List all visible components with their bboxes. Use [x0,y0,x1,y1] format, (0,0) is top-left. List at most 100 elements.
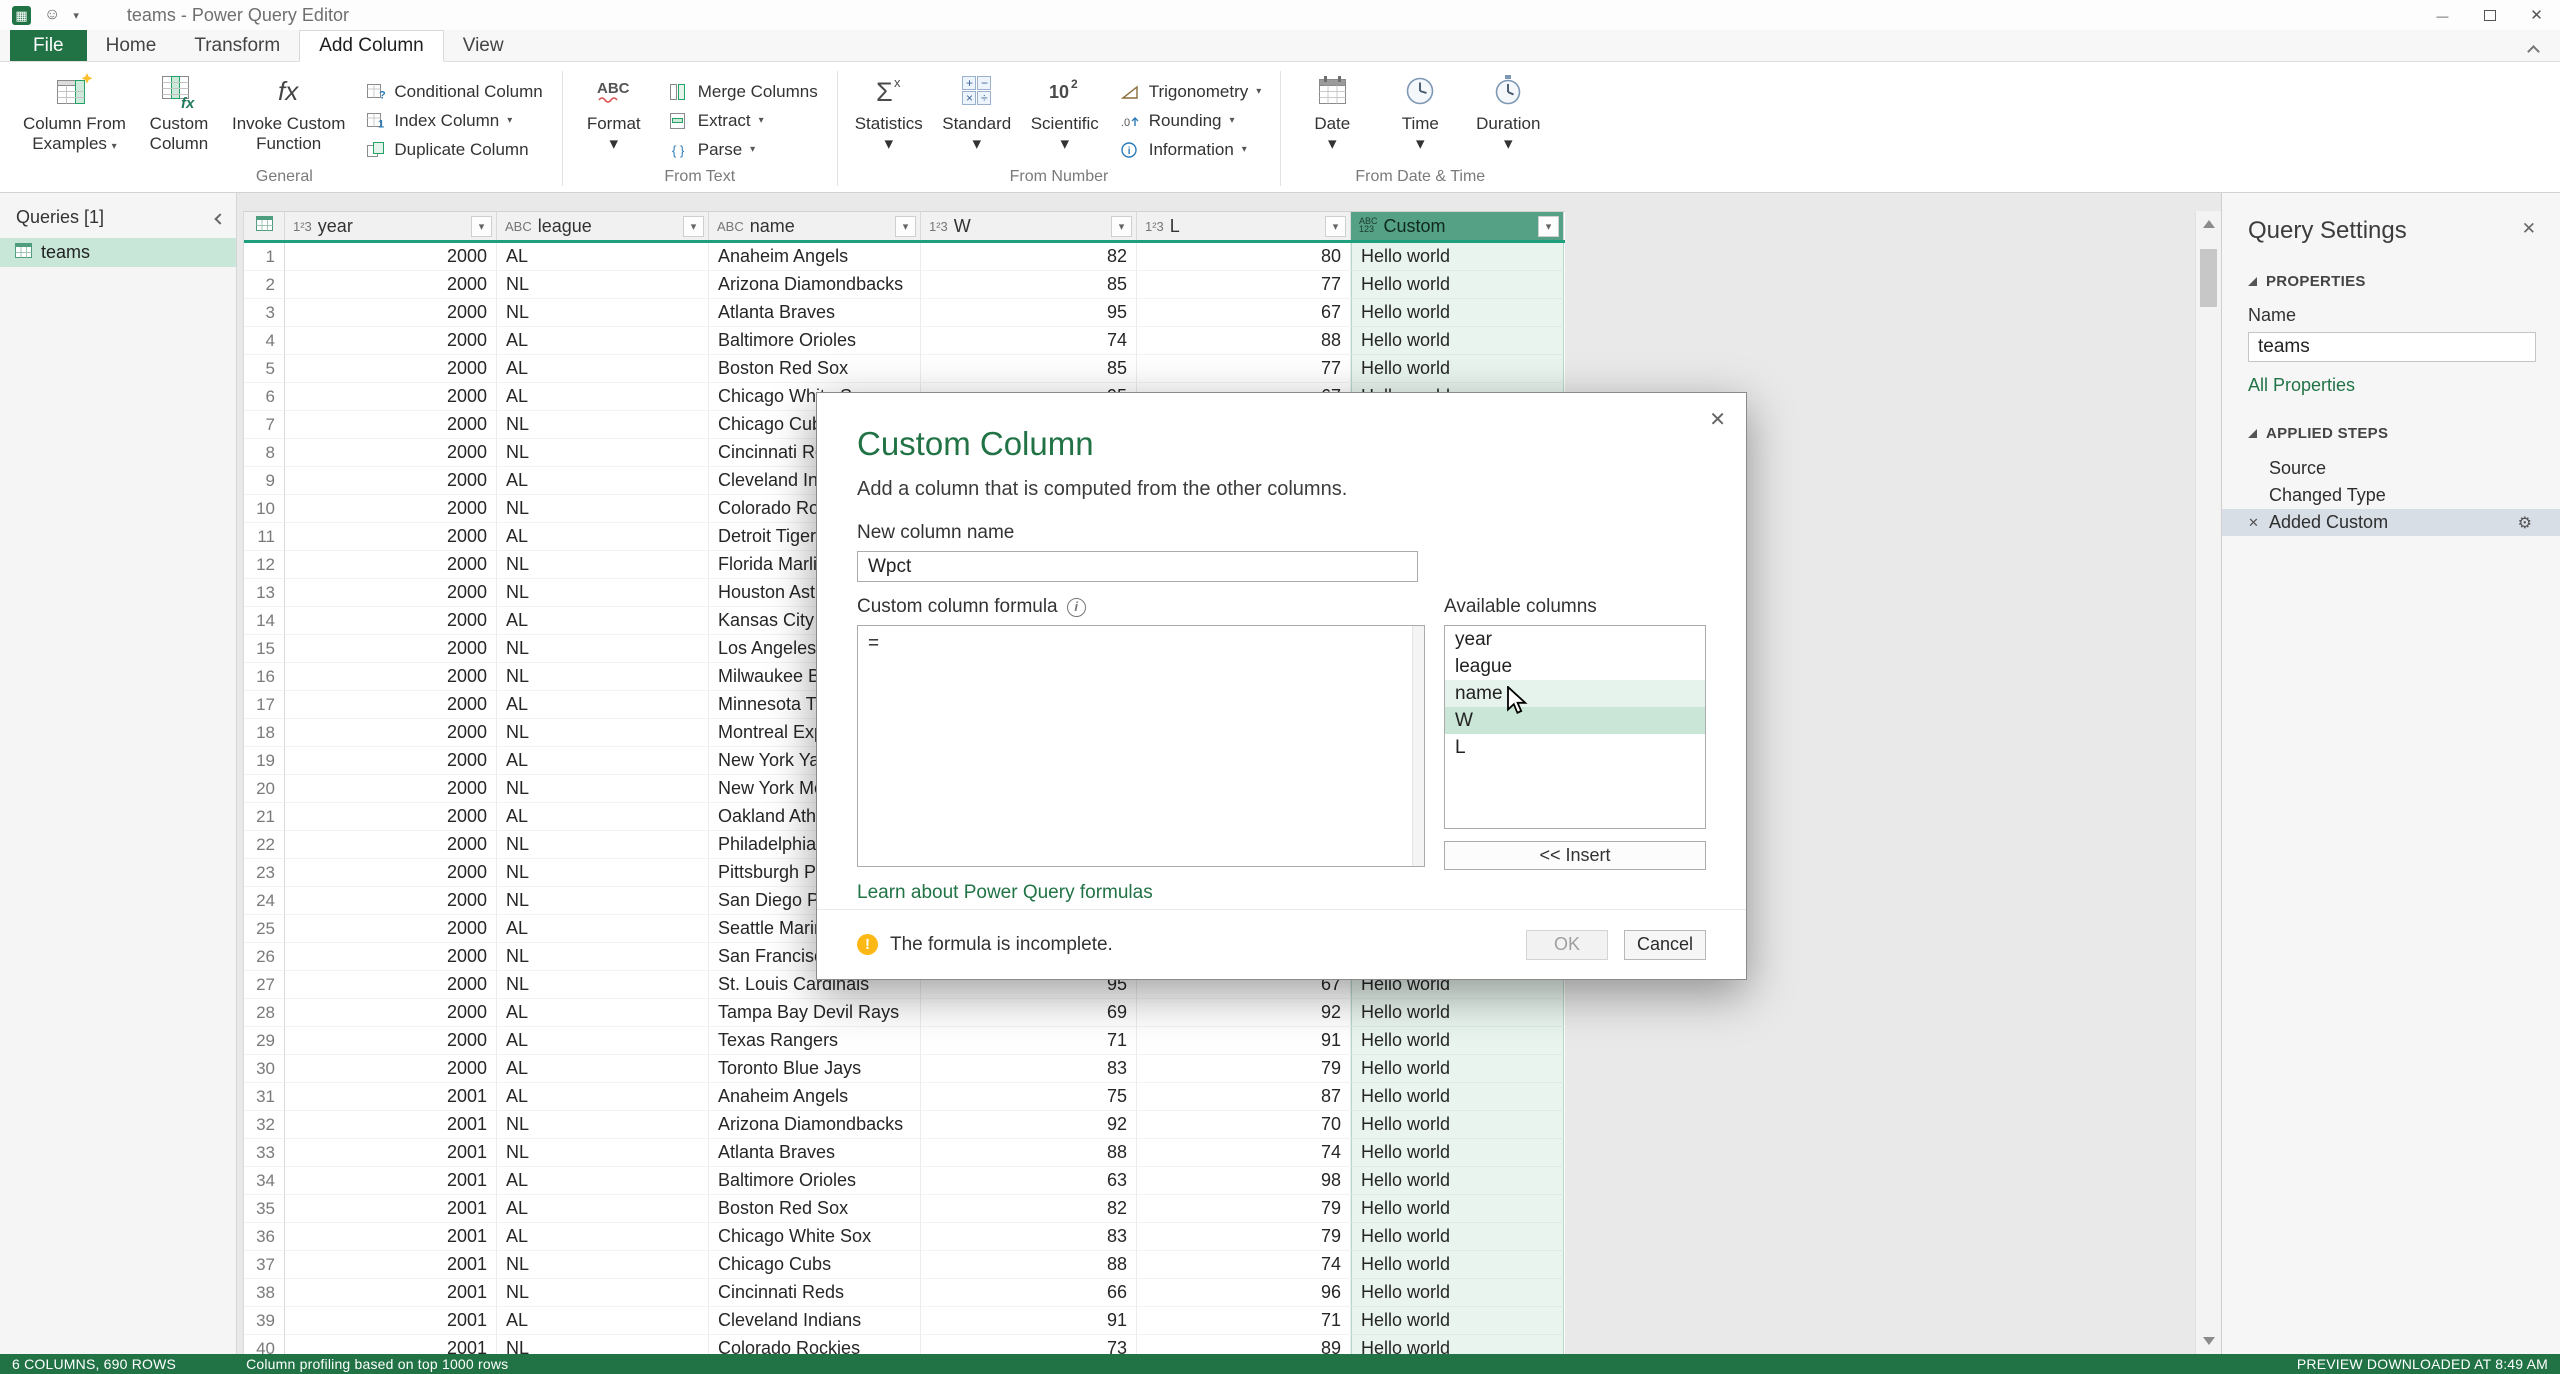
cell-custom[interactable]: Hello world [1351,1279,1564,1307]
cell-league[interactable]: NL [497,495,709,523]
cell-year[interactable]: 2000 [285,327,497,355]
cell-name[interactable]: Baltimore Orioles [709,1167,921,1195]
ribbon-button-format[interactable]: ABCFormat▾ [570,65,658,168]
tab-file[interactable]: File [10,30,87,61]
cell-name[interactable]: Arizona Diamondbacks [709,271,921,299]
cell-league[interactable]: NL [497,439,709,467]
minimize-button[interactable] [2419,0,2466,30]
cell-name[interactable]: Texas Rangers [709,1027,921,1055]
cell-year[interactable]: 2000 [285,579,497,607]
cell-custom[interactable]: Hello world [1351,1195,1564,1223]
ribbon-button-date[interactable]: Date▾ [1288,65,1376,168]
column-header-name[interactable]: ABCname [709,212,921,240]
cell-w[interactable]: 91 [921,1307,1137,1335]
power-query-logo-icon[interactable] [12,6,31,25]
filter-dropdown-button[interactable] [1325,216,1346,237]
cell-w[interactable]: 95 [921,299,1137,327]
cell-year[interactable]: 2001 [285,1111,497,1139]
cell-league[interactable]: AL [497,915,709,943]
cell-w[interactable]: 73 [921,1335,1137,1354]
cell-year[interactable]: 2000 [285,859,497,887]
cell-custom[interactable]: Hello world [1351,1055,1564,1083]
cell-year[interactable]: 2000 [285,915,497,943]
cell-custom[interactable]: Hello world [1351,1167,1564,1195]
cell-name[interactable]: Colorado Rockies [709,1335,921,1354]
scroll-up-button[interactable] [2196,211,2221,237]
cell-l[interactable]: 89 [1137,1335,1351,1354]
cell-year[interactable]: 2000 [285,691,497,719]
filter-dropdown-button[interactable] [895,216,916,237]
cell-league[interactable]: NL [497,271,709,299]
ribbon-button-trigonometry[interactable]: Trigonometry▾ [1113,77,1270,106]
formula-editor[interactable]: = [857,625,1425,867]
cell-name[interactable]: Chicago White Sox [709,1223,921,1251]
column-header-custom[interactable]: ABC123Custom [1351,212,1564,240]
cell-league[interactable]: NL [497,775,709,803]
close-window-button[interactable] [2513,0,2560,30]
cell-league[interactable]: AL [497,1055,709,1083]
tab-add-column[interactable]: Add Column [299,30,444,62]
cell-year[interactable]: 2001 [285,1335,497,1354]
step-settings-gear-icon[interactable]: ⚙ [2518,513,2532,533]
cell-w[interactable]: 82 [921,243,1137,271]
cell-name[interactable]: Baltimore Orioles [709,327,921,355]
tab-transform[interactable]: Transform [175,30,299,61]
cell-league[interactable]: NL [497,551,709,579]
tab-home[interactable]: Home [87,30,176,61]
ribbon-button-index-column[interactable]: 1Index Column▾ [358,106,550,135]
cell-custom[interactable]: Hello world [1351,999,1564,1027]
filter-dropdown-button[interactable] [1111,216,1132,237]
cell-custom[interactable]: Hello world [1351,299,1564,327]
filter-dropdown-button[interactable] [683,216,704,237]
available-column-name[interactable]: name [1445,680,1705,707]
cell-year[interactable]: 2000 [285,271,497,299]
cell-year[interactable]: 2000 [285,803,497,831]
ribbon-button-custom-column[interactable]: fxCustomColumn [135,65,223,168]
cell-league[interactable]: AL [497,1223,709,1251]
cell-year[interactable]: 2000 [285,831,497,859]
cell-custom[interactable]: Hello world [1351,243,1564,271]
filter-dropdown-button[interactable] [1538,216,1559,237]
cell-name[interactable]: Arizona Diamondbacks [709,1111,921,1139]
cell-league[interactable]: NL [497,859,709,887]
cell-year[interactable]: 2001 [285,1251,497,1279]
cell-league[interactable]: AL [497,1027,709,1055]
collapse-queries-pane-button[interactable] [216,207,224,228]
cell-year[interactable]: 2001 [285,1167,497,1195]
ribbon-button-duration[interactable]: Duration▾ [1464,65,1552,168]
cell-year[interactable]: 2000 [285,467,497,495]
cell-custom[interactable]: Hello world [1351,1027,1564,1055]
ribbon-button-parse[interactable]: { }Parse▾ [662,135,826,164]
cell-league[interactable]: AL [497,327,709,355]
cell-custom[interactable]: Hello world [1351,1307,1564,1335]
cell-l[interactable]: 80 [1137,243,1351,271]
cell-year[interactable]: 2000 [285,663,497,691]
ribbon-button-duplicate-column[interactable]: Duplicate Column [358,135,550,164]
insert-button[interactable]: << Insert [1444,841,1706,870]
cell-year[interactable]: 2001 [285,1139,497,1167]
cell-l[interactable]: 91 [1137,1027,1351,1055]
ribbon-button-column-from-examples[interactable]: Column FromExamples ▾ [14,65,135,168]
cell-league[interactable]: AL [497,383,709,411]
cell-l[interactable]: 77 [1137,271,1351,299]
cell-year[interactable]: 2000 [285,439,497,467]
cell-l[interactable]: 79 [1137,1055,1351,1083]
cell-year[interactable]: 2000 [285,551,497,579]
cell-custom[interactable]: Hello world [1351,1251,1564,1279]
cell-year[interactable]: 2001 [285,1223,497,1251]
applied-step-source[interactable]: Source [2222,455,2560,482]
cell-year[interactable]: 2000 [285,411,497,439]
cell-year[interactable]: 2000 [285,243,497,271]
delete-step-icon[interactable]: ✕ [2248,515,2259,531]
cell-year[interactable]: 2001 [285,1195,497,1223]
cell-name[interactable]: Atlanta Braves [709,1139,921,1167]
ribbon-button-conditional-column[interactable]: ?Conditional Column [358,77,550,106]
cell-l[interactable]: 87 [1137,1083,1351,1111]
cell-year[interactable]: 2000 [285,943,497,971]
cell-year[interactable]: 2000 [285,1027,497,1055]
cell-year[interactable]: 2001 [285,1083,497,1111]
cell-league[interactable]: NL [497,1335,709,1354]
cell-l[interactable]: 70 [1137,1111,1351,1139]
cell-w[interactable]: 83 [921,1055,1137,1083]
ribbon-button-rounding[interactable]: .0Rounding▾ [1113,106,1270,135]
